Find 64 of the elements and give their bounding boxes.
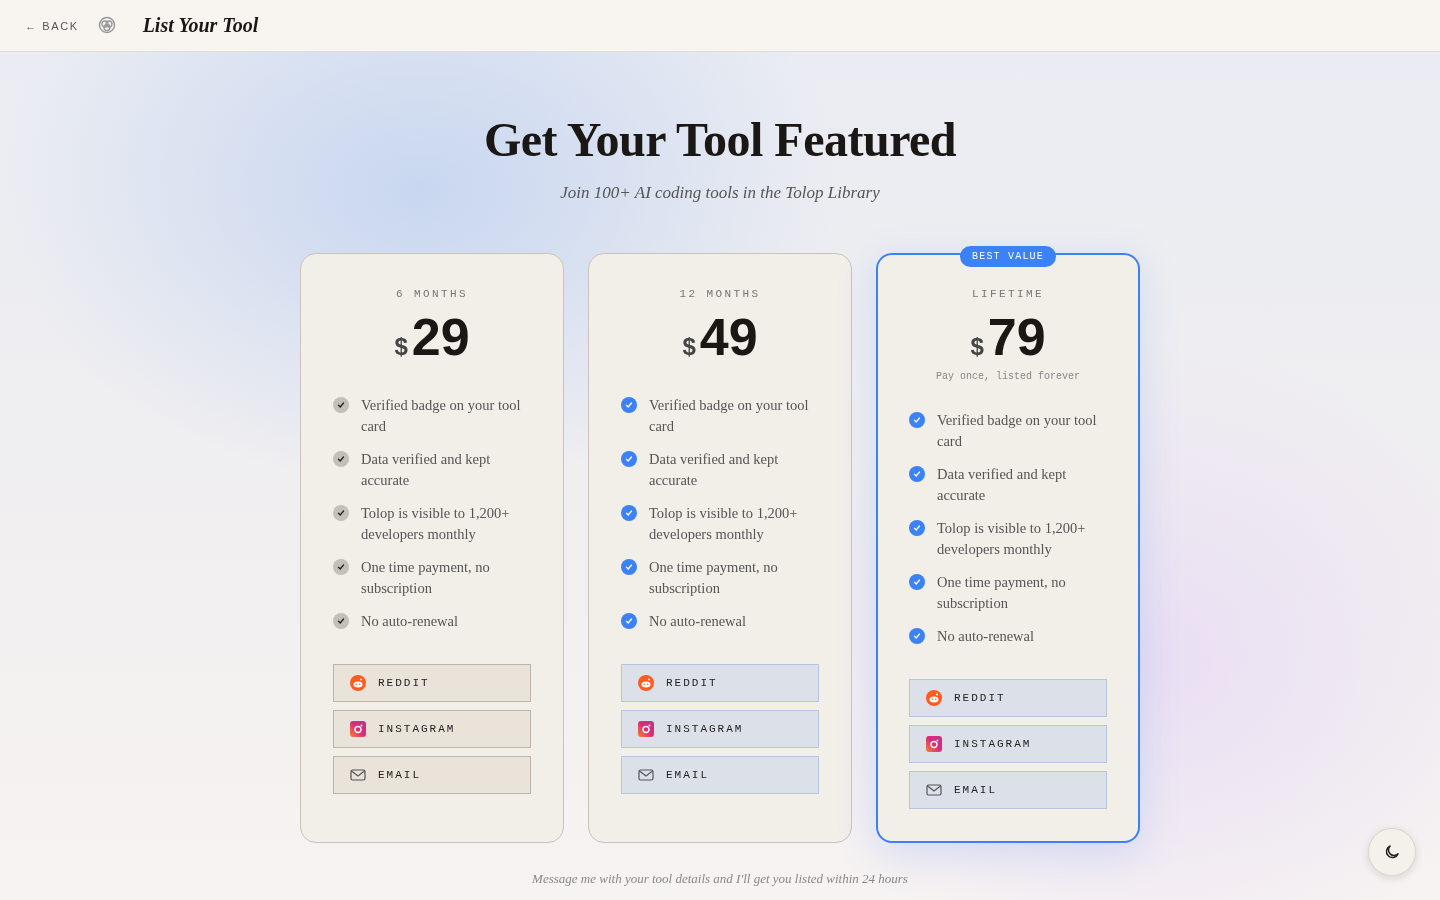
feature-text: Tolop is visible to 1,200+ developers monthly xyxy=(361,503,511,544)
hero-subtitle: Join 100+ AI coding tools in the Tolop Library xyxy=(560,183,880,203)
envelope-icon xyxy=(350,766,366,783)
feature-text: Data verified and kept accurate xyxy=(361,449,492,490)
camera-icon xyxy=(638,720,654,737)
check-icon xyxy=(621,612,637,629)
camera-icon xyxy=(926,735,942,752)
logo-icon xyxy=(96,15,117,36)
check-icon xyxy=(621,558,637,575)
currency-symbol: $ xyxy=(394,333,408,361)
feature-text: No auto-renewal xyxy=(649,611,747,631)
camera-icon xyxy=(350,720,366,737)
page-title: List Your Tool xyxy=(142,14,259,37)
feature-text: Verified badge on your tool card xyxy=(361,395,522,436)
currency-symbol: $ xyxy=(682,333,696,361)
contact-button[interactable]: EMAIL xyxy=(621,755,819,794)
plan-period: LIFETIME xyxy=(972,288,1044,300)
check-icon xyxy=(333,450,349,467)
feature-text: Tolop is visible to 1,200+ developers monthly xyxy=(649,503,799,544)
feature-text: No auto-renewal xyxy=(937,626,1035,646)
feature-text: One time payment, no subscription xyxy=(937,572,1067,613)
check-icon xyxy=(621,450,637,467)
envelope-icon xyxy=(926,781,942,798)
check-icon xyxy=(621,504,637,521)
feature-text: One time payment, no subscription xyxy=(649,557,779,598)
theme-toggle-button[interactable] xyxy=(1368,828,1416,876)
currency-symbol: $ xyxy=(970,333,984,361)
moon-icon xyxy=(1383,843,1401,861)
check-icon xyxy=(909,573,925,590)
feature-text: No auto-renewal xyxy=(361,611,459,631)
check-icon xyxy=(909,519,925,536)
contact-button[interactable]: REDDIT xyxy=(909,678,1107,717)
alien-face-icon xyxy=(926,689,942,706)
back-link[interactable]: ← BACK xyxy=(25,19,79,32)
best-value-badge: BEST VALUE xyxy=(960,246,1056,267)
contact-button[interactable]: EMAIL xyxy=(909,770,1107,809)
plan-price: 49 xyxy=(699,310,758,365)
plan-period: 12 MONTHS xyxy=(679,288,761,300)
feature-text: One time payment, no subscription xyxy=(361,557,491,598)
alien-face-icon xyxy=(350,674,366,691)
contact-button[interactable]: EMAIL xyxy=(333,755,531,794)
contact-button[interactable]: REDDIT xyxy=(621,663,819,702)
feature-text: Tolop is visible to 1,200+ developers monthly xyxy=(937,518,1087,559)
plan-price: 29 xyxy=(411,310,470,365)
feature-text: Data verified and kept accurate xyxy=(649,449,780,490)
feature-text: Verified badge on your tool card xyxy=(937,410,1098,451)
check-icon xyxy=(333,558,349,575)
check-icon xyxy=(909,627,925,644)
feature-text: Verified badge on your tool card xyxy=(649,395,810,436)
price-note: Pay once, listed forever xyxy=(936,370,1080,382)
contact-button[interactable]: INSTAGRAM xyxy=(621,709,819,748)
contact-button[interactable]: REDDIT xyxy=(333,663,531,702)
check-icon xyxy=(909,465,925,482)
contact-button[interactable]: INSTAGRAM xyxy=(333,709,531,748)
alien-face-icon xyxy=(638,674,654,691)
plan-price: 79 xyxy=(987,310,1046,365)
footer-note: Message me with your tool details and I'll get you listed within 24 hours xyxy=(532,870,908,887)
feature-text: Data verified and kept accurate xyxy=(937,464,1068,505)
hero-title: Get Your Tool Featured xyxy=(483,112,957,167)
check-icon xyxy=(333,612,349,629)
plan-period: 6 MONTHS xyxy=(396,288,468,300)
envelope-icon xyxy=(638,766,654,783)
contact-button[interactable]: INSTAGRAM xyxy=(909,724,1107,763)
check-icon xyxy=(333,504,349,521)
